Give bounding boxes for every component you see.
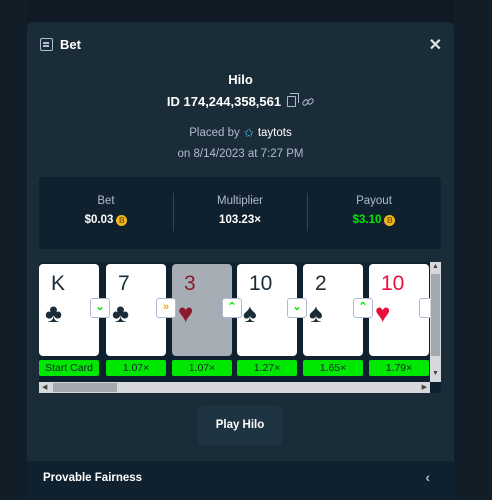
game-name: Hilo bbox=[228, 72, 253, 87]
bet-stats-panel: Bet $0.03 B Multiplier 103.23× Payout $3… bbox=[39, 177, 441, 249]
backdrop-left bbox=[0, 0, 27, 500]
provable-fairness-toggle[interactable]: Provable Fairness ‹ bbox=[27, 461, 454, 500]
stat-multiplier-label: Multiplier bbox=[216, 195, 263, 207]
card-multiplier: 1.79× bbox=[369, 360, 429, 376]
stat-bet-label: Bet bbox=[97, 195, 115, 207]
vertical-scrollbar[interactable]: ▲ ▼ bbox=[430, 262, 441, 382]
card-rank: 3 bbox=[184, 272, 196, 295]
spade-icon: ♠ bbox=[243, 298, 257, 328]
backdrop-right bbox=[454, 0, 492, 500]
scroll-down-arrow-icon[interactable]: ▼ bbox=[432, 370, 439, 377]
coin-icon: B bbox=[116, 214, 128, 226]
coin-icon: B bbox=[384, 214, 396, 226]
placed-by-row: Placed by ✩ taytots bbox=[27, 126, 454, 140]
placed-by-label: Placed by bbox=[189, 127, 240, 139]
bet-slip-icon bbox=[40, 38, 53, 51]
card-multiplier: 1.65× bbox=[303, 360, 363, 376]
copy-icon[interactable] bbox=[287, 93, 300, 107]
stat-bet-value: $0.03 bbox=[84, 214, 114, 226]
bet-id-row: ID 174,244,358,561 bbox=[27, 93, 454, 109]
higher-guess-icon: ⌃ bbox=[353, 298, 373, 318]
scroll-left-arrow-icon[interactable]: ◀ bbox=[42, 383, 47, 391]
chevron-left-icon: ‹ bbox=[425, 469, 430, 485]
card-rank: 7 bbox=[118, 272, 130, 295]
provable-fairness-label: Provable Fairness bbox=[43, 472, 143, 484]
card-multiplier: 1.07× bbox=[172, 360, 232, 376]
stat-bet: Bet $0.03 B bbox=[39, 177, 173, 249]
stat-payout-value: $3.10 bbox=[352, 214, 382, 226]
spade-icon: ♠ bbox=[309, 298, 323, 328]
bet-modal: Bet ✕ Hilo ID 174,244,358,561 Placed by … bbox=[27, 22, 454, 500]
bet-id: ID 174,244,358,561 bbox=[166, 94, 282, 109]
stat-payout-value-row: $3.10 B bbox=[307, 214, 441, 226]
lower-guess-icon: ⌄ bbox=[90, 298, 110, 318]
scrollbar-thumb[interactable] bbox=[53, 383, 117, 392]
bet-date: on 8/14/2023 at 7:27 PM bbox=[177, 148, 304, 160]
lower-guess-icon: ⌄ bbox=[287, 298, 307, 318]
username-link[interactable]: taytots bbox=[258, 127, 292, 139]
scrollbar-thumb[interactable] bbox=[431, 274, 440, 356]
close-icon[interactable]: ✕ bbox=[429, 35, 442, 55]
stat-payout: Payout $3.10 B bbox=[307, 177, 441, 249]
club-icon: ♣ bbox=[45, 298, 63, 328]
heart-icon: ♥ bbox=[178, 298, 194, 328]
card-rank: 2 bbox=[315, 272, 327, 295]
higher-guess-icon: ⌃ bbox=[222, 298, 242, 318]
stat-multiplier: Multiplier 103.23× bbox=[173, 177, 307, 249]
card-multiplier: 1.27× bbox=[237, 360, 297, 376]
modal-header: Bet ✕ bbox=[27, 22, 454, 68]
stat-multiplier-value-row: 103.23× bbox=[173, 214, 307, 226]
card-label: Start Card bbox=[39, 360, 99, 376]
stat-multiplier-value: 103.23× bbox=[219, 214, 261, 226]
scroll-right-arrow-icon[interactable]: ▶ bbox=[422, 383, 427, 391]
card-multiplier: 1.07× bbox=[106, 360, 166, 376]
card-rank: 10 bbox=[249, 272, 273, 295]
modal-title: Bet bbox=[60, 37, 81, 52]
stat-bet-value-row: $0.03 B bbox=[39, 214, 173, 226]
card-history-scroller[interactable]: K ♣ Start Card 7 ♣ ⌄ 1.07× 3 ♥ » 1.07× 1… bbox=[39, 262, 441, 393]
club-icon: ♣ bbox=[112, 298, 130, 328]
horizontal-scrollbar[interactable]: ◀ ▶ bbox=[39, 382, 430, 393]
play-hilo-button[interactable]: Play Hilo bbox=[198, 406, 282, 445]
scroll-up-arrow-icon[interactable]: ▲ bbox=[432, 263, 439, 270]
vip-star-icon: ✩ bbox=[243, 126, 254, 140]
stat-payout-label: Payout bbox=[356, 195, 392, 207]
card-rank: 10 bbox=[381, 272, 405, 295]
card-rank: K bbox=[51, 272, 66, 295]
link-icon[interactable] bbox=[301, 96, 315, 108]
heart-icon: ♥ bbox=[375, 298, 391, 328]
skip-guess-icon: » bbox=[156, 298, 176, 318]
